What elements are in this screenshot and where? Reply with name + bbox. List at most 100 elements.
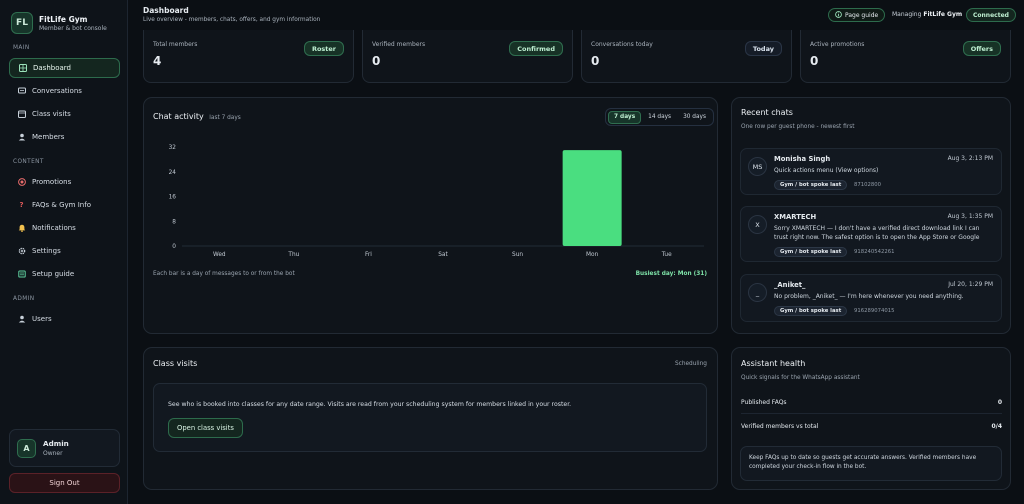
page-guide-label: Page guide (845, 11, 879, 19)
sidebar-item-settings[interactable]: Settings (9, 241, 120, 261)
sidebar-item-dashboard[interactable]: Dashboard (9, 58, 120, 78)
calendar-icon (17, 110, 26, 119)
sidebar-item-setup-guide[interactable]: Setup guide (9, 264, 120, 284)
sidebar-item-notifications[interactable]: Notifications (9, 218, 120, 238)
chat-time: Aug 3, 2:13 PM (947, 155, 993, 162)
chat-row[interactable]: MS Monisha Singh Aug 3, 2:13 PM Quick ac… (740, 148, 1002, 195)
avatar: _ (748, 283, 767, 302)
y-tick-label: 16 (169, 195, 177, 201)
managing-prefix: Managing (892, 11, 922, 18)
chat-phone: 87102800 (854, 182, 881, 188)
stat-value: 4 (153, 54, 162, 68)
y-tick-label: 0 (172, 244, 176, 250)
chat-name: XMARTECH (774, 213, 817, 221)
x-tick-label: Thu (287, 252, 299, 258)
recent-chats-panel: Recent chats One row per guest phone - n… (731, 97, 1011, 334)
class-visits-title: Class visits (153, 359, 198, 368)
chat-row[interactable]: X XMARTECH Aug 3, 1:35 PM Sorry XMARTECH… (740, 206, 1002, 262)
sidebar-item-faqs[interactable]: ? FAQs & Gym Info (9, 195, 120, 215)
user-role: Owner (43, 450, 63, 457)
x-tick-label: Sun (512, 252, 523, 258)
chat-activity-panel: Chat activity last 7 days 7 days 14 days… (143, 97, 718, 334)
sidebar-item-class-visits[interactable]: Class visits (9, 104, 120, 124)
sidebar-item-label: FAQs & Gym Info (32, 201, 91, 209)
sidebar-item-members[interactable]: Members (9, 127, 120, 147)
stat-label: Conversations today (591, 41, 653, 48)
class-visits-panel: Class visits Scheduling See who is booke… (143, 347, 718, 490)
chat-icon (17, 87, 26, 96)
question-icon: ? (19, 201, 24, 209)
health-row-verified-members: Verified members vs total 0/4 (741, 420, 1002, 432)
recent-chats-subtitle: One row per guest phone - newest first (741, 124, 855, 130)
class-visits-right-label: Scheduling (674, 361, 707, 367)
chat-time: Aug 3, 1:35 PM (947, 213, 993, 220)
health-label: Published FAQs (741, 398, 787, 406)
stat-badge: Roster (303, 41, 344, 56)
assistant-health-note-box: Keep FAQs up to date so guests get accur… (740, 446, 1002, 481)
chat-tag: Gym / bot spoke last (774, 306, 848, 316)
sidebar-item-label: Class visits (32, 110, 71, 118)
sidebar: FL FitLife Gym Member & bot console MAIN… (0, 0, 128, 504)
stat-badge: Confirmed (509, 41, 563, 56)
user-name: Admin (43, 439, 69, 448)
y-tick-label: 8 (172, 219, 176, 225)
sidebar-item-conversations[interactable]: Conversations (9, 81, 120, 101)
grid-icon (18, 64, 27, 73)
page-subtitle: Live overview - members, chats, offers, … (143, 17, 321, 23)
brand-logo: FL (11, 12, 33, 34)
open-class-visits-button[interactable]: Open class visits (168, 418, 243, 438)
managing-label: Managing FitLife Gym (892, 11, 962, 18)
assistant-health-title: Assistant health (741, 359, 806, 368)
sidebar-item-label: Promotions (32, 178, 72, 186)
assistant-health-note: Keep FAQs up to date so guests get accur… (749, 455, 977, 470)
user-card: A Admin Owner (9, 429, 120, 467)
health-value: 0 (997, 398, 1002, 406)
x-tick-label: Sat (438, 252, 448, 258)
chat-message: No problem, _Aniket_ — I'm here whenever… (774, 293, 964, 300)
book-icon (17, 270, 26, 279)
avatar: X (748, 215, 767, 234)
sidebar-item-label: Dashboard (33, 64, 71, 72)
x-tick-label: Tue (661, 252, 672, 258)
stat-label: Verified members (372, 41, 426, 48)
sign-out-button[interactable]: Sign Out (9, 473, 120, 493)
stat-label: Active promotions (810, 41, 865, 48)
sidebar-item-promotions[interactable]: Promotions (9, 172, 120, 192)
x-tick-label: Wed (213, 252, 226, 258)
y-tick-label: 32 (169, 145, 177, 151)
sidebar-item-label: Users (32, 315, 52, 323)
managing-name: FitLife Gym (923, 11, 963, 18)
status-badge: Connected (966, 8, 1016, 22)
chat-name: _Aniket_ (774, 281, 806, 289)
stat-label: Total members (153, 41, 198, 48)
stat-value: 0 (372, 54, 381, 68)
sidebar-item-label: Setup guide (32, 270, 75, 278)
chart-bar (562, 150, 622, 246)
chat-tag: Gym / bot spoke last (774, 180, 848, 190)
class-visits-description: See who is booked into classes for any d… (168, 401, 572, 408)
chat-activity-chart: 0 8 16 24 32 Wed Thu Fri Sat Sun Mon Tue (169, 145, 704, 258)
chat-time: Jul 20, 1:29 PM (948, 281, 993, 288)
stat-badge: Today (744, 41, 782, 56)
section-label-admin: ADMIN (13, 296, 35, 302)
class-visits-info-box: See who is booked into classes for any d… (153, 383, 707, 452)
assistant-health-panel: Assistant health Quick signals for the W… (731, 347, 1011, 490)
sidebar-item-label: Settings (32, 247, 61, 255)
sidebar-item-users[interactable]: Users (9, 309, 120, 329)
chat-phone: 918240542261 (854, 249, 895, 255)
avatar: A (17, 438, 36, 458)
chat-message: Quick actions menu (View options) (774, 167, 879, 174)
header: Dashboard Live overview - members, chats… (129, 0, 1024, 30)
stat-value: 0 (810, 54, 819, 68)
info-icon (835, 10, 842, 20)
busiest-day: Busiest day: Mon (31) (635, 271, 707, 277)
bell-icon (17, 224, 26, 233)
recent-chats-title: Recent chats (741, 108, 793, 117)
target-icon (17, 178, 26, 187)
page-guide-button[interactable]: Page guide (828, 8, 886, 22)
chat-row[interactable]: _ _Aniket_ Jul 20, 1:29 PM No problem, _… (740, 274, 1002, 322)
sidebar-item-label: Members (32, 133, 65, 141)
chat-message: Sorry XMARTECH — I don't have a verified… (774, 225, 980, 241)
chat-tag: Gym / bot spoke last (774, 247, 848, 257)
brand-subtitle: Member & bot console (39, 24, 107, 32)
